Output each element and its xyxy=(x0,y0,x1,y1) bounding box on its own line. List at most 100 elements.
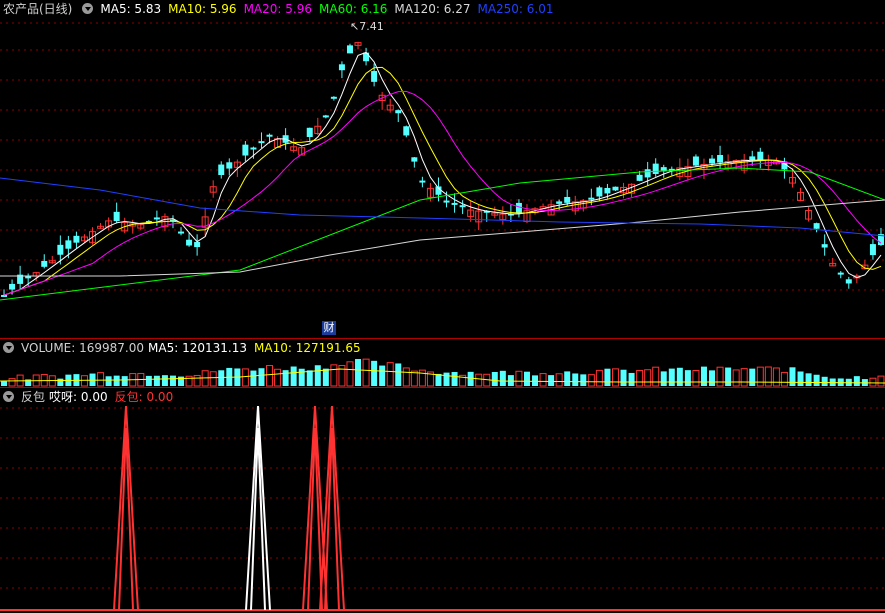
candle-body xyxy=(411,157,418,162)
volume-bar xyxy=(780,371,788,387)
candle-body xyxy=(266,134,273,137)
dropdown-menu-icon[interactable] xyxy=(82,3,94,14)
volume-bar xyxy=(386,362,394,387)
indicator-name: 反包 xyxy=(21,390,46,404)
candle-body xyxy=(556,201,563,204)
candle-body xyxy=(588,197,595,200)
candle-body xyxy=(837,272,844,275)
volume-bar xyxy=(250,370,257,386)
volume-bar xyxy=(105,376,112,386)
candle-body xyxy=(338,64,345,71)
volume-header: VOLUME: 169987.00 MA5: 120131.13 MA10: 127… xyxy=(0,339,368,357)
volume-bar xyxy=(725,367,732,386)
volume-bar xyxy=(595,369,603,387)
candle-body xyxy=(322,115,329,118)
candle-body xyxy=(73,235,80,243)
volume-bar xyxy=(298,368,305,386)
volume-bar xyxy=(1,381,8,386)
candle-body xyxy=(218,164,225,175)
indicator-line2: 反包: 0.00 xyxy=(114,390,174,404)
candle-body xyxy=(709,158,716,164)
indicator-signal-chart[interactable] xyxy=(0,388,885,613)
candle-body xyxy=(443,200,450,203)
volume-bar xyxy=(306,370,313,386)
volume-chart-panel[interactable]: VOLUME: 169987.00 MA5: 120131.13 MA10: 127… xyxy=(0,339,885,387)
volume-bar xyxy=(644,369,652,387)
volume-bar xyxy=(161,375,168,386)
fanbao-signal-spike xyxy=(118,427,134,611)
volume-bar xyxy=(169,375,176,386)
volume-bar xyxy=(732,369,740,387)
ma-legend-item: MA10: 5.96 xyxy=(168,2,237,16)
volume-bar xyxy=(402,367,410,387)
volume-bar xyxy=(548,375,555,386)
dropdown-menu-icon[interactable] xyxy=(3,391,14,402)
volume-bar xyxy=(684,370,691,386)
volume-bar xyxy=(620,369,627,386)
volume-bar xyxy=(274,368,282,387)
volume-bar xyxy=(346,361,354,387)
volume-bar xyxy=(113,375,120,386)
volume-bar xyxy=(362,358,370,387)
ma60-line xyxy=(0,167,885,301)
volume-bar xyxy=(371,360,378,386)
volume-bar xyxy=(395,363,402,386)
volume-bar xyxy=(740,368,748,387)
candle-body xyxy=(113,211,120,222)
volume-bar xyxy=(805,373,812,386)
candle-body xyxy=(564,196,571,203)
volume-title: VOLUME: 169987.00 xyxy=(21,341,145,355)
candle-body xyxy=(757,151,764,160)
volume-bar xyxy=(756,366,764,387)
indicator-panel[interactable]: 反包 哎呀: 0.00 反包: 0.00 xyxy=(0,388,885,613)
volume-bar xyxy=(467,371,474,386)
volume-bar xyxy=(8,378,16,387)
candle-body xyxy=(845,279,852,284)
volume-bar xyxy=(709,370,716,386)
volume-bar xyxy=(451,372,458,386)
ma-legend-item: MA250: 6.01 xyxy=(477,2,554,16)
candle-body xyxy=(596,187,603,197)
aiya-signal-spike xyxy=(250,427,266,611)
volume-bar xyxy=(564,371,571,386)
volume-bar xyxy=(314,365,321,386)
price-chart-panel[interactable]: 农产品(日线) MA5: 5.83 MA10: 5.96 MA20: 5.96 MA60… xyxy=(0,0,885,338)
volume-bar xyxy=(443,372,450,386)
volume-bar xyxy=(652,366,660,387)
candle-body xyxy=(226,162,233,169)
fanbao-signal-spike xyxy=(307,427,323,611)
volume-bar xyxy=(218,370,225,386)
finance-marker-icon[interactable]: 财 xyxy=(322,321,336,335)
volume-bar xyxy=(821,376,828,386)
candle-body xyxy=(41,260,48,267)
volume-bar xyxy=(266,365,274,387)
ma20-line xyxy=(3,90,882,296)
volume-bar xyxy=(628,372,635,386)
volume-ma5: MA5: 120131.13 xyxy=(148,341,248,355)
volume-bar xyxy=(121,376,128,386)
ma10-line xyxy=(3,66,882,296)
candle-body xyxy=(821,244,828,248)
volume-bar xyxy=(193,374,201,387)
volume-bar xyxy=(241,368,249,387)
stock-title: 农产品(日线) xyxy=(3,2,73,16)
candle-body xyxy=(717,154,724,163)
candle-body xyxy=(25,276,32,279)
volume-bar xyxy=(322,368,329,386)
volume-bar xyxy=(869,377,877,387)
candle-body xyxy=(604,187,611,194)
volume-bar xyxy=(145,375,152,386)
volume-bar xyxy=(97,372,105,387)
candle-body xyxy=(660,167,667,171)
ma-legend-item: MA20: 5.96 xyxy=(243,2,312,16)
candlestick-chart[interactable] xyxy=(0,0,885,338)
dropdown-menu-icon[interactable] xyxy=(3,342,14,353)
indicator-header: 反包 哎呀: 0.00 反包: 0.00 xyxy=(0,388,180,406)
volume-bar xyxy=(587,374,595,387)
volume-bar xyxy=(532,375,539,386)
volume-bar xyxy=(749,368,756,386)
volume-bar xyxy=(572,373,579,386)
volume-bar xyxy=(636,369,644,387)
candle-body xyxy=(186,239,193,246)
volume-bar xyxy=(611,368,619,387)
